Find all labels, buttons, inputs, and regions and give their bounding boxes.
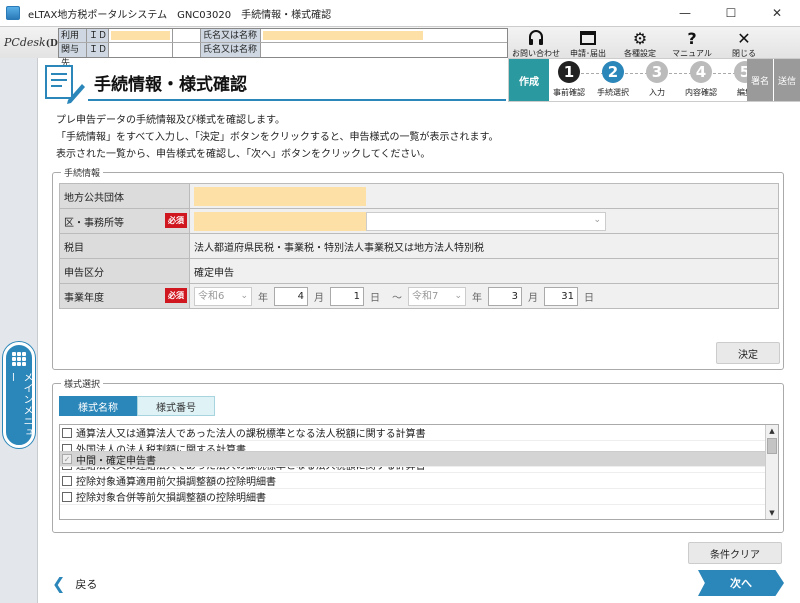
- manual-button[interactable]: ? マニュアル: [666, 27, 718, 59]
- office-select[interactable]: ⌄: [194, 211, 778, 231]
- step-1: 1 事前確認: [553, 61, 585, 97]
- required-badge: 必須: [165, 288, 187, 303]
- decide-button[interactable]: 決定: [716, 342, 780, 364]
- back-button[interactable]: ❮ 戻る: [52, 574, 97, 593]
- left-rail: メインメニュー: [0, 58, 38, 603]
- from-era-select[interactable]: 令和6 ⌄: [194, 286, 252, 306]
- to-era-select[interactable]: 令和7 ⌄: [408, 286, 466, 306]
- office-label-cell: 区・事務所等 必須: [59, 208, 190, 234]
- minimize-icon[interactable]: —: [662, 0, 708, 26]
- contact-button[interactable]: お問い合わせ: [510, 27, 562, 59]
- app-header: PCdesk(DL版) 利用者 ＩＤ 氏名又は名称 関与先 ＩＤ 氏名又は名称 …: [0, 26, 800, 69]
- form-list: ✓ 中間・確定申告書 通算法人又は通算法人であった法人の課税標準となる法人税額に関…: [59, 424, 779, 520]
- procedure-info-legend: 手続情報: [61, 166, 104, 179]
- step-2: 2 手続選択: [597, 61, 629, 97]
- user-row-label: 利用者: [59, 29, 87, 55]
- maximize-icon[interactable]: ☐: [708, 0, 754, 26]
- declaration-type-label: 申告区分: [59, 258, 190, 284]
- required-badge: 必須: [165, 213, 187, 228]
- client-row-label: 関与先: [59, 43, 87, 69]
- step-2-number: 2: [602, 61, 624, 83]
- list-item[interactable]: 控除対象通算適用前欠損調整額の控除明細書: [60, 473, 778, 489]
- close-app-button[interactable]: ✕ 閉じる: [718, 27, 770, 59]
- user-info-box: 利用者 ＩＤ 氏名又は名称 関与先 ＩＤ 氏名又は名称: [58, 28, 508, 69]
- tax-item-row: 税目 法人都道府県民税・事業税・特別法人事業税又は地方法人特別税: [59, 233, 779, 259]
- chevron-left-icon: ❮: [52, 574, 66, 593]
- step-3-number: 3: [646, 61, 668, 83]
- checkbox[interactable]: ✓: [62, 454, 72, 464]
- chevron-down-icon: ⌄: [593, 214, 601, 225]
- main-menu-label: メインメニュー: [6, 372, 32, 438]
- title-underline: [88, 99, 506, 101]
- step-4-number: 4: [690, 61, 712, 83]
- tax-item-value: 法人都道府県民税・事業税・特別法人事業税又は地方法人特別税: [189, 233, 779, 259]
- list-item[interactable]: ✓ 中間・確定申告書: [60, 451, 778, 467]
- step-send: 送信: [774, 59, 800, 101]
- form-tabs: 様式名称 様式番号: [59, 396, 215, 416]
- step-1-number: 1: [558, 61, 580, 83]
- application-button[interactable]: 申請･届出: [562, 27, 614, 59]
- clear-conditions-button[interactable]: 条件クリア: [688, 542, 782, 564]
- form-selection-legend: 様式選択: [61, 377, 104, 390]
- tax-item-label: 税目: [59, 233, 190, 259]
- client-name-value: [261, 43, 507, 57]
- window-title: eLTAX地方税ポータルシステム GNC03020 手続情報・様式確認: [28, 9, 332, 21]
- fiscal-year-row: 事業年度 必須 令和6 ⌄ 年 4 月 1 日 ～ 令和7 ⌄ 年 3 月 31 日: [59, 283, 779, 309]
- from-month-input[interactable]: 4: [274, 286, 308, 306]
- page-description: プレ申告データの手続情報及び様式を確認します。 「手続情報」をすべて入力し、「決…: [56, 115, 499, 160]
- headset-icon: [527, 29, 545, 47]
- phase-label: 作成: [509, 59, 549, 101]
- to-month-input[interactable]: 3: [488, 286, 522, 306]
- municipality-label: 地方公共団体: [59, 183, 190, 209]
- user-id-value: [109, 29, 173, 42]
- settings-button[interactable]: ⚙ 各種設定: [614, 27, 666, 59]
- window-icon: [579, 29, 597, 47]
- municipality-row: 地方公共団体: [59, 183, 779, 209]
- declaration-type-row: 申告区分 確定申告: [59, 258, 779, 284]
- tab-form-number[interactable]: 様式番号: [137, 396, 215, 416]
- checkbox[interactable]: [62, 427, 72, 438]
- app-icon: [6, 6, 20, 20]
- municipality-input[interactable]: [194, 186, 366, 206]
- question-icon: ?: [687, 28, 697, 48]
- grid-icon: [12, 352, 26, 366]
- user-id-label: ＩＤ: [87, 29, 109, 42]
- office-row: 区・事務所等 必須 ⌄: [59, 208, 779, 234]
- main-menu-tab[interactable]: メインメニュー: [3, 342, 35, 448]
- page-title: 手続情報・様式確認: [94, 75, 247, 95]
- step-3: 3 入力: [635, 61, 679, 98]
- list-item[interactable]: 通算法人又は通算法人であった法人の課税標準となる法人税額に関する計算書: [60, 425, 778, 441]
- progress-stepper: 作成 1 事前確認 2 手続選択 3 入力 4 内容確認 5 編集 署名 送信: [508, 58, 800, 102]
- gear-icon: ⚙: [632, 28, 648, 48]
- close-icon[interactable]: ✕: [754, 0, 800, 26]
- fiscal-year-label-cell: 事業年度 必須: [59, 283, 190, 309]
- form-selection-section: 様式選択 様式名称 様式番号 ✓ 中間・確定申告書 通算法人又は通算法人であった法…: [52, 377, 784, 533]
- scroll-up-icon[interactable]: ▲: [766, 425, 778, 437]
- client-id-label: ＩＤ: [87, 43, 109, 57]
- user-name-label: 氏名又は名称: [201, 29, 261, 42]
- step-sign: 署名: [747, 59, 773, 101]
- tab-form-name[interactable]: 様式名称: [59, 396, 137, 416]
- user-name-value: [261, 29, 507, 42]
- close-x-icon: ✕: [737, 28, 751, 48]
- next-button[interactable]: 次へ: [698, 570, 784, 596]
- checkbox[interactable]: [62, 475, 72, 486]
- step-4: 4 内容確認: [685, 61, 717, 97]
- list-item[interactable]: 控除対象合併等前欠損調整額の控除明細書: [60, 489, 778, 505]
- to-day-input[interactable]: 31: [544, 286, 578, 306]
- declaration-type-value: 確定申告: [189, 258, 779, 284]
- list-scrollbar[interactable]: ▲ ▼: [765, 425, 778, 519]
- client-id-value: [109, 43, 173, 57]
- document-edit-icon: [42, 62, 86, 106]
- window-titlebar: eLTAX地方税ポータルシステム GNC03020 手続情報・様式確認 — ☐ …: [0, 0, 800, 26]
- from-day-input[interactable]: 1: [330, 286, 364, 306]
- scroll-thumb[interactable]: [767, 438, 777, 454]
- header-toolbar: お問い合わせ 申請･届出 ⚙ 各種設定 ? マニュアル ✕ 閉じる: [510, 27, 770, 59]
- checkbox[interactable]: [62, 491, 72, 502]
- procedure-info-section: 手続情報 地方公共団体 区・事務所等 必須 ⌄ 税目 法人都道府県民税・事業税・特…: [52, 166, 784, 370]
- client-name-label: 氏名又は名称: [201, 43, 261, 57]
- scroll-down-icon[interactable]: ▼: [766, 507, 778, 519]
